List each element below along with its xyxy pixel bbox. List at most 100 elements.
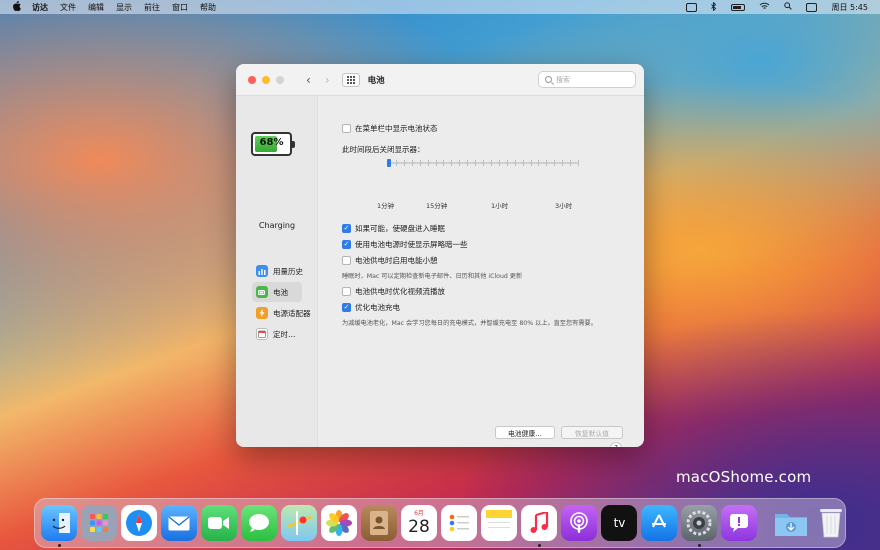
music-icon[interactable] bbox=[521, 505, 557, 547]
apple-tv-icon[interactable]: tv bbox=[601, 505, 637, 541]
messages-icon[interactable] bbox=[241, 505, 277, 541]
menu-file[interactable]: 文件 bbox=[60, 2, 76, 13]
sidebar-item-power-adapter[interactable]: 电源适配器 bbox=[252, 303, 318, 323]
sleep-disks-checkbox[interactable] bbox=[342, 224, 351, 233]
power-adapter-icon bbox=[256, 307, 268, 319]
sleep-disks-row[interactable]: 如果可能，使硬盘进入睡眠 bbox=[342, 223, 445, 234]
close-button[interactable] bbox=[248, 75, 256, 84]
bluetooth-icon[interactable] bbox=[711, 0, 717, 13]
calendar-icon[interactable]: 6月 28 bbox=[401, 505, 437, 541]
slider-tick bbox=[546, 160, 548, 166]
slider-tick bbox=[411, 160, 413, 166]
slider-tick bbox=[490, 160, 492, 166]
notes-icon[interactable] bbox=[481, 505, 517, 541]
menubar-clock[interactable]: 周日 5:45 bbox=[831, 2, 868, 13]
slider-thumb[interactable] bbox=[387, 159, 391, 167]
menu-help[interactable]: 帮助 bbox=[200, 2, 216, 13]
show-all-grid-icon[interactable] bbox=[341, 72, 360, 87]
downloads-folder-icon[interactable] bbox=[773, 505, 809, 541]
power-nap-row[interactable]: 电池供电时启用电能小憩 bbox=[342, 255, 438, 266]
dim-display-row[interactable]: 使用电池电源时使显示屏略暗一些 bbox=[342, 239, 468, 250]
wifi-icon[interactable] bbox=[759, 2, 770, 12]
slider-tick bbox=[530, 160, 532, 166]
show-in-menubar-row[interactable]: 在菜单栏中显示电池状态 bbox=[342, 123, 438, 134]
window-controls bbox=[248, 75, 284, 84]
slider-tick bbox=[451, 160, 453, 166]
battery-percent: 68% bbox=[259, 137, 284, 148]
search-icon bbox=[545, 76, 552, 83]
search-field[interactable]: 搜索 bbox=[538, 71, 636, 88]
reminders-icon[interactable] bbox=[441, 505, 477, 541]
system-preferences-icon[interactable] bbox=[681, 505, 717, 547]
apple-menu-icon[interactable] bbox=[12, 0, 22, 14]
dim-display-label: 使用电池电源时使显示屏略暗一些 bbox=[355, 240, 468, 249]
input-method-icon[interactable] bbox=[686, 2, 698, 12]
launchpad-icon[interactable] bbox=[81, 505, 117, 541]
photos-icon[interactable] bbox=[321, 505, 357, 541]
menu-go[interactable]: 前往 bbox=[144, 2, 160, 13]
settings-pane: 在菜单栏中显示电池状态 此时间段后关闭显示器： 1分钟 15分钟 1小时 3小时… bbox=[318, 96, 644, 447]
sidebar-item-label: 电源适配器 bbox=[273, 308, 311, 318]
nav-arrows: ‹ › bbox=[306, 73, 330, 87]
sidebar-item-usage-history[interactable]: 用量历史 bbox=[252, 261, 318, 281]
menu-view[interactable]: 显示 bbox=[116, 2, 132, 13]
maps-icon[interactable] bbox=[281, 505, 317, 541]
optimized-charging-label: 优化电池充电 bbox=[355, 303, 400, 312]
tick-label-1hour: 1小时 bbox=[491, 202, 509, 210]
restore-defaults-button[interactable]: 恢复默认值 bbox=[561, 426, 623, 439]
battery-health-button[interactable]: 电池健康… bbox=[495, 426, 555, 439]
menu-finder[interactable]: 访达 bbox=[32, 2, 48, 13]
finder-icon[interactable] bbox=[41, 505, 77, 547]
window-title: 电池 bbox=[367, 75, 385, 86]
contacts-icon[interactable] bbox=[361, 505, 397, 541]
menu-extras: 周日 5:45 bbox=[686, 0, 868, 13]
slider-tick bbox=[459, 160, 461, 166]
forward-arrow-icon[interactable]: › bbox=[325, 73, 330, 87]
slider-tick bbox=[538, 160, 540, 166]
menu-edit[interactable]: 编辑 bbox=[88, 2, 104, 13]
zoom-button[interactable] bbox=[276, 75, 284, 84]
help-button[interactable]: ? bbox=[610, 442, 622, 447]
slider-tick bbox=[578, 160, 579, 166]
podcasts-icon[interactable] bbox=[561, 505, 597, 541]
optimize-video-checkbox[interactable] bbox=[342, 287, 351, 296]
minimize-button[interactable] bbox=[262, 75, 270, 84]
slider-tick bbox=[570, 160, 572, 166]
power-nap-checkbox[interactable] bbox=[342, 256, 351, 265]
watermark: macOShome.com bbox=[676, 468, 812, 486]
search-placeholder: 搜索 bbox=[556, 75, 570, 84]
sidebar: 68% Charging 用量历史 电池 电源适配器 定时… bbox=[236, 96, 318, 447]
app-store-icon[interactable] bbox=[641, 505, 677, 541]
slider-tick bbox=[554, 160, 556, 166]
menubar-battery-icon[interactable] bbox=[731, 3, 746, 11]
display-off-label: 此时间段后关闭显示器： bbox=[342, 145, 425, 154]
optimized-charging-checkbox[interactable] bbox=[342, 303, 351, 312]
sidebar-item-battery[interactable]: 电池 bbox=[252, 282, 302, 302]
slider-tick bbox=[498, 160, 500, 166]
power-nap-description: 睡眠时，Mac 可以定期检查新电子邮件、日历和其他 iCloud 更新 bbox=[342, 273, 523, 280]
sidebar-item-schedule[interactable]: 定时… bbox=[252, 324, 318, 344]
show-in-menubar-checkbox[interactable] bbox=[342, 124, 351, 133]
slider-tick bbox=[427, 160, 429, 166]
battery-icon bbox=[256, 286, 268, 298]
optimize-video-row[interactable]: 电池供电时优化视频流播放 bbox=[342, 286, 445, 297]
mail-icon[interactable] bbox=[161, 505, 197, 541]
power-nap-label: 电池供电时启用电能小憩 bbox=[355, 256, 438, 265]
control-center-icon[interactable] bbox=[806, 2, 818, 12]
optimize-video-label: 电池供电时优化视频流播放 bbox=[355, 287, 445, 296]
feedback-assistant-icon[interactable] bbox=[721, 505, 757, 541]
display-off-slider[interactable] bbox=[387, 158, 579, 168]
dim-display-checkbox[interactable] bbox=[342, 240, 351, 249]
sidebar-item-label: 电池 bbox=[273, 287, 288, 297]
optimized-charging-row[interactable]: 优化电池充电 bbox=[342, 302, 400, 313]
spotlight-icon[interactable] bbox=[784, 2, 793, 12]
safari-icon[interactable] bbox=[121, 505, 157, 541]
tick-label-3hour: 3小时 bbox=[555, 202, 573, 210]
menu-window[interactable]: 窗口 bbox=[172, 2, 188, 13]
slider-tick bbox=[435, 160, 437, 166]
facetime-icon[interactable] bbox=[201, 505, 237, 541]
show-in-menubar-label: 在菜单栏中显示电池状态 bbox=[355, 124, 438, 133]
trash-icon[interactable] bbox=[813, 505, 849, 541]
slider-tick bbox=[562, 160, 564, 166]
back-arrow-icon[interactable]: ‹ bbox=[306, 73, 311, 87]
